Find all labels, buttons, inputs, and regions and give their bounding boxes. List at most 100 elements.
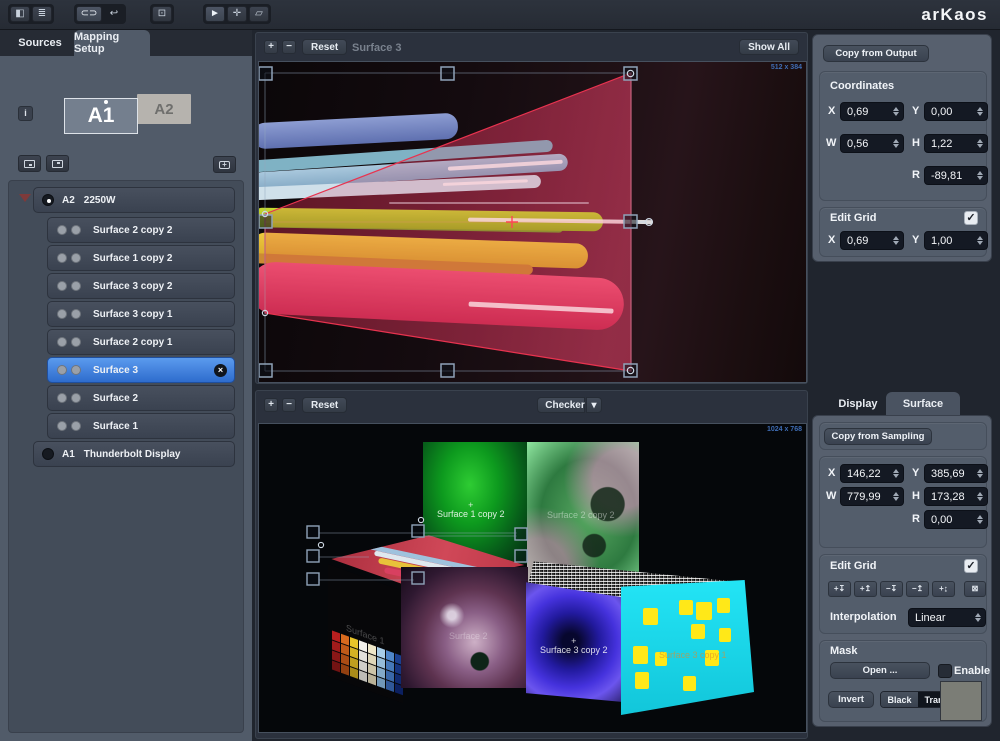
mask-black-button[interactable]: Black (881, 692, 918, 707)
mask-enable-checkbox[interactable] (938, 664, 952, 678)
zoom-out-button[interactable]: − (282, 398, 296, 412)
layer-dot (71, 309, 81, 319)
undo-button[interactable]: ↩ (104, 6, 124, 22)
grid-remove-col-button[interactable]: −↥ (906, 581, 929, 597)
edit-grid-checkbox[interactable]: ✓ (964, 211, 978, 225)
show-all-button[interactable]: Show All (739, 39, 799, 55)
disclosure-triangle[interactable] (19, 194, 31, 202)
stepper[interactable] (974, 467, 985, 480)
h-input[interactable]: 1,22 (924, 134, 988, 153)
linked-displays-button[interactable]: ⊂⊃ (76, 6, 102, 22)
grid-x-input[interactable]: 0,69 (840, 231, 904, 250)
surface-row-selected[interactable]: Surface 3 × (47, 357, 235, 383)
grid-delete-button[interactable]: ⊠ (964, 581, 986, 597)
stepper[interactable] (974, 234, 985, 247)
w-input[interactable]: 0,56 (840, 134, 904, 153)
close-icon[interactable]: × (214, 364, 227, 377)
surface-row[interactable]: Surface 3 copy 2 (47, 273, 235, 299)
y-label: Y (912, 467, 919, 479)
stepper[interactable] (890, 105, 901, 118)
move-tool-button[interactable]: ✛ (227, 6, 247, 22)
grid-remove-row-button[interactable]: −↧ (880, 581, 903, 597)
w-input[interactable]: 779,99 (840, 487, 904, 506)
panel-left-icon: ◧ (15, 7, 24, 21)
surface-row[interactable]: Surface 1 (47, 413, 235, 439)
mask-box: Mask Open ... Enable Invert Black Trans (819, 640, 987, 722)
r-input[interactable]: 0,00 (924, 510, 988, 529)
tab-surface[interactable]: Surface (886, 392, 960, 415)
grid-insert-button[interactable]: +↨ (932, 581, 955, 597)
preview-screen-button[interactable]: ⊡ (152, 6, 172, 22)
r-input[interactable]: -89,81 (924, 166, 988, 185)
mapping-setup-panel: i A2 A1 + A2 2250W Surface 2 copy 2 (0, 56, 252, 741)
display-a1-thumb[interactable]: A1 (64, 98, 138, 134)
w-label: W (826, 490, 836, 502)
undo-icon: ↩ (110, 7, 118, 21)
y-input[interactable]: 0,00 (924, 102, 988, 121)
tab-mapping-setup[interactable]: Mapping Setup (74, 30, 150, 56)
surface-label: Surface 1 copy 2 (93, 253, 172, 264)
grid-y-input[interactable]: 1,00 (924, 231, 988, 250)
edit-grid-checkbox[interactable]: ✓ (964, 559, 978, 573)
stepper[interactable] (974, 137, 985, 150)
h-input[interactable]: 173,28 (924, 487, 988, 506)
transform-tool-button[interactable]: ▱ (249, 6, 269, 22)
mask-invert-button[interactable]: Invert (828, 691, 874, 708)
output-row-a2[interactable]: A2 2250W (33, 187, 235, 213)
stepper[interactable] (890, 467, 901, 480)
stepper[interactable] (972, 611, 983, 624)
display-row-a1[interactable]: A1 Thunderbolt Display (33, 441, 235, 467)
surface-row[interactable]: Surface 2 (47, 385, 235, 411)
panel-list-button[interactable]: ≣ (32, 6, 52, 22)
tab-sources[interactable]: Sources (6, 30, 74, 56)
surface-row[interactable]: Surface 1 copy 2 (47, 245, 235, 271)
grid-add-row-button[interactable]: +↧ (828, 581, 851, 597)
stepper[interactable] (974, 105, 985, 118)
display-above-button[interactable] (46, 155, 69, 172)
zoom-in-button[interactable]: + (264, 398, 278, 412)
surface-row[interactable]: Surface 2 copy 2 (47, 217, 235, 243)
panel-left-button[interactable]: ◧ (10, 6, 30, 22)
stepper[interactable] (890, 490, 901, 503)
pattern-dropdown-arrow[interactable]: ▾ (586, 397, 602, 413)
pattern-select[interactable]: Checker (537, 397, 585, 413)
display-a2-thumb[interactable]: A2 (137, 94, 191, 124)
surface-row[interactable]: Surface 3 copy 1 (47, 301, 235, 327)
display-below-button[interactable] (18, 155, 41, 172)
transform-icon: ▱ (255, 7, 263, 21)
sampling-selection-overlay[interactable] (259, 424, 807, 733)
copy-from-sampling-button[interactable]: Copy from Sampling (824, 428, 932, 445)
output-preview-panel: + − Reset Surface 3 Show All (255, 32, 808, 384)
x-input[interactable]: 0,69 (840, 102, 904, 121)
surface-tree: A2 2250W Surface 2 copy 2 Surface 1 copy… (8, 180, 244, 733)
w-label: W (826, 137, 836, 149)
mask-open-button[interactable]: Open ... (830, 662, 930, 679)
sampling-resolution: 1024 x 768 (767, 426, 802, 433)
zoom-out-button[interactable]: − (282, 40, 296, 54)
stepper[interactable] (890, 137, 901, 150)
output-radio[interactable] (42, 194, 54, 206)
selection-overlay[interactable] (259, 62, 806, 382)
reset-button[interactable]: Reset (302, 397, 347, 413)
surface-row[interactable]: Surface 2 copy 1 (47, 329, 235, 355)
zoom-in-button[interactable]: + (264, 40, 278, 54)
layer-dot (71, 365, 81, 375)
grid-add-col-button[interactable]: +↥ (854, 581, 877, 597)
interpolation-select[interactable]: Linear (908, 608, 986, 627)
mask-title: Mask (830, 645, 858, 657)
stepper[interactable] (974, 490, 985, 503)
display-radio[interactable] (42, 448, 54, 460)
stepper[interactable] (974, 169, 985, 182)
reset-button[interactable]: Reset (302, 39, 347, 55)
info-button[interactable]: i (18, 106, 33, 121)
stepper[interactable] (974, 513, 985, 526)
sampling-canvas[interactable]: Surface 1 Surface 2 + Surface 3 copy 2 (258, 423, 807, 733)
cursor-tool-button[interactable]: ► (205, 6, 225, 22)
surface-properties-panel: Copy from Sampling X 146,22 Y 385,69 W 7… (812, 415, 992, 727)
y-input[interactable]: 385,69 (924, 464, 988, 483)
copy-from-output-button[interactable]: Copy from Output (823, 45, 929, 62)
output-canvas[interactable]: 512 x 384 (258, 61, 807, 383)
x-input[interactable]: 146,22 (840, 464, 904, 483)
add-surface-button[interactable]: + (213, 156, 236, 173)
stepper[interactable] (890, 234, 901, 247)
